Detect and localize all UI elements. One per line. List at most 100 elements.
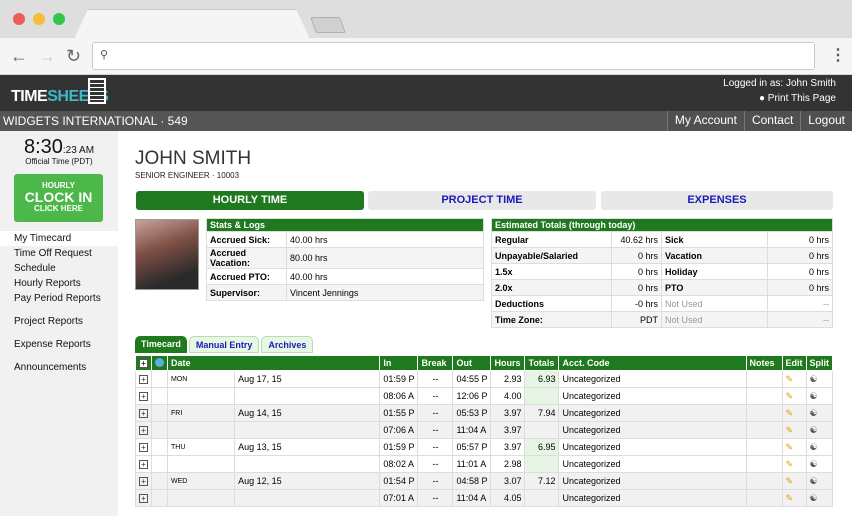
acct-code-cell[interactable]: Uncategorized [558,404,747,422]
notes-cell[interactable] [745,472,783,490]
acct-code-cell[interactable]: Uncategorized [558,455,747,473]
tab-timecard[interactable]: Timecard [135,336,187,353]
edit-pencil-icon[interactable]: ✎ [786,408,794,418]
col-break[interactable]: Break [417,355,454,371]
acct-code-cell[interactable]: Uncategorized [558,370,747,388]
expand-row-icon[interactable]: + [139,494,148,503]
edit-cell[interactable]: ✎ [781,421,807,439]
edit-pencil-icon[interactable]: ✎ [786,374,794,384]
col-in[interactable]: In [379,355,419,371]
sidebar-item-my-timecard[interactable]: My Timecard [0,231,118,246]
edit-cell[interactable]: ✎ [781,387,807,405]
split-cell[interactable]: ☯ [805,370,833,388]
split-cell[interactable]: ☯ [805,438,833,456]
edit-pencil-icon[interactable]: ✎ [786,493,794,503]
tab-hourly-time[interactable]: HOURLY TIME [136,191,364,210]
edit-cell[interactable]: ✎ [781,455,807,473]
edit-pencil-icon[interactable]: ✎ [786,391,794,401]
logout-link[interactable]: Logout [800,111,852,131]
split-cell[interactable]: ☯ [805,387,833,405]
print-page-link[interactable]: ● Print This Page [723,91,836,106]
close-window-button[interactable] [13,13,25,25]
reload-icon[interactable]: ↻ [66,46,81,66]
sidebar-item-announcements[interactable]: Announcements [0,360,118,375]
col-date[interactable]: Date [166,355,381,371]
notes-cell[interactable] [745,404,783,422]
edit-cell[interactable]: ✎ [781,438,807,456]
minimize-window-button[interactable] [33,13,45,25]
new-tab-button[interactable] [310,17,346,33]
edit-pencil-icon[interactable]: ✎ [786,476,794,486]
split-cell[interactable]: ☯ [805,455,833,473]
back-icon[interactable]: ← [10,46,28,66]
tab-expenses[interactable]: EXPENSES [601,191,833,210]
tab-project-time[interactable]: PROJECT TIME [368,191,596,210]
col-hours[interactable]: Hours [490,355,526,371]
split-icon[interactable]: ☯ [810,374,818,384]
expand-row-icon[interactable]: + [139,409,148,418]
expand-all-icon[interactable]: + [139,359,148,368]
split-cell[interactable]: ☯ [805,472,833,490]
expand-row-icon[interactable]: + [139,375,148,384]
notes-cell[interactable] [745,455,783,473]
sidebar-item-pay-period-reports[interactable]: Pay Period Reports [0,291,118,306]
acct-code-cell[interactable]: Uncategorized [558,421,747,439]
notes-cell[interactable] [745,489,783,507]
browser-tab-bar [0,0,852,38]
contact-link[interactable]: Contact [743,111,801,131]
forward-icon[interactable]: → [38,46,56,66]
split-cell[interactable]: ☯ [805,421,833,439]
acct-code-cell[interactable]: Uncategorized [558,472,747,490]
split-icon[interactable]: ☯ [810,476,818,486]
estimate-label: 1.5x [491,263,612,280]
employee-title: SENIOR ENGINEER · 10003 [135,171,240,180]
edit-cell[interactable]: ✎ [781,489,807,507]
split-icon[interactable]: ☯ [810,408,818,418]
col-totals[interactable]: Totals [524,355,560,371]
address-bar[interactable]: ⚲ [92,42,815,70]
expand-row-icon[interactable]: + [139,426,148,435]
sidebar-item-project-reports[interactable]: Project Reports [0,314,118,329]
info-cell [151,370,168,388]
col-acct-code[interactable]: Acct. Code [558,355,747,371]
my-account-link[interactable]: My Account [666,111,744,131]
edit-pencil-icon[interactable]: ✎ [786,442,794,452]
edit-pencil-icon[interactable]: ✎ [786,459,794,469]
split-cell[interactable]: ☯ [805,404,833,422]
browser-tab[interactable] [74,9,310,39]
notes-cell[interactable] [745,421,783,439]
split-icon[interactable]: ☯ [810,391,818,401]
expand-row-icon[interactable]: + [139,443,148,452]
notes-cell[interactable] [745,438,783,456]
notes-cell[interactable] [745,387,783,405]
split-icon[interactable]: ☯ [810,493,818,503]
clock-in-button[interactable]: HOURLY CLOCK IN CLICK HERE [14,174,103,222]
split-icon[interactable]: ☯ [810,442,818,452]
expand-row-icon[interactable]: + [139,460,148,469]
tab-archives[interactable]: Archives [261,336,314,353]
tab-manual-entry[interactable]: Manual Entry [188,336,260,353]
browser-menu-icon[interactable]: ⋮ [830,46,846,66]
col-out[interactable]: Out [452,355,492,371]
split-icon[interactable]: ☯ [810,459,818,469]
expand-row-icon[interactable]: + [139,477,148,486]
edit-cell[interactable]: ✎ [781,404,807,422]
notes-cell[interactable] [745,370,783,388]
split-cell[interactable]: ☯ [805,489,833,507]
sidebar-item-time-off-request[interactable]: Time Off Request [0,246,118,261]
out-cell: 11:04 A [452,421,492,439]
acct-code-cell[interactable]: Uncategorized [558,387,747,405]
maximize-window-button[interactable] [53,13,65,25]
acct-code-cell[interactable]: Uncategorized [558,438,747,456]
edit-cell[interactable]: ✎ [781,472,807,490]
edit-pencil-icon[interactable]: ✎ [786,425,794,435]
sidebar-item-hourly-reports[interactable]: Hourly Reports [0,276,118,291]
split-icon[interactable]: ☯ [810,425,818,435]
sidebar-item-expense-reports[interactable]: Expense Reports [0,337,118,352]
info-icon[interactable] [155,357,164,367]
in-cell: 08:02 A [379,455,419,473]
edit-cell[interactable]: ✎ [781,370,807,388]
acct-code-cell[interactable]: Uncategorized [558,489,747,507]
expand-row-icon[interactable]: + [139,392,148,401]
sidebar-item-schedule[interactable]: Schedule [0,261,118,276]
